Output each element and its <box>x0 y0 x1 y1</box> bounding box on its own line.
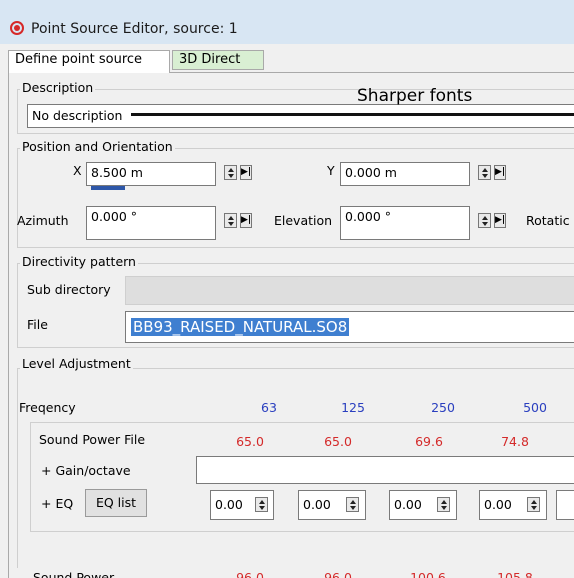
eq-spin-63[interactable] <box>255 497 268 512</box>
sound-power-value-63: 96.0 <box>236 570 264 578</box>
position-group-label: Position and Orientation <box>20 139 175 154</box>
azimuth-value: 0.000 ° <box>91 209 138 224</box>
eq-value-63: 0.00 <box>215 497 243 512</box>
tab-3d-direct[interactable]: 3D Direct <box>172 50 264 70</box>
eq-input-next[interactable] <box>556 490 574 520</box>
azimuth-label: Azimuth <box>17 213 69 228</box>
elevation-label: Elevation <box>274 213 333 228</box>
azimuth-spin-button[interactable] <box>224 213 237 228</box>
eq-label: + EQ <box>41 496 74 511</box>
description-group-label: Description <box>20 80 96 95</box>
y-spin-button[interactable] <box>478 165 491 180</box>
x-spin-button[interactable] <box>224 165 237 180</box>
azimuth-end-button[interactable]: ▶| <box>240 213 252 228</box>
eq-spin-500[interactable] <box>527 497 540 512</box>
frequency-250: 250 <box>431 400 455 415</box>
annotation-text: Sharper fonts <box>357 86 473 106</box>
elevation-input[interactable]: 0.000 ° <box>340 206 470 240</box>
file-label: File <box>27 317 48 332</box>
sound-power-file-label: Sound Power File <box>39 432 146 447</box>
frequency-63: 63 <box>261 400 277 415</box>
gain-octave-input[interactable] <box>196 456 574 484</box>
frequency-125: 125 <box>341 400 365 415</box>
elevation-end-button[interactable]: ▶| <box>494 213 506 228</box>
y-label: Y <box>327 163 335 178</box>
x-input[interactable]: 8.500 m <box>86 162 216 186</box>
sound-power-label: Sound Power <box>33 570 115 578</box>
sound-power-file-value-500: 74.8 <box>501 434 529 449</box>
title-bar: Point Source Editor, source: 1 <box>0 0 574 44</box>
frequency-500: 500 <box>523 400 547 415</box>
eq-spin-250[interactable] <box>437 497 450 512</box>
level-group-label: Level Adjustment <box>20 356 133 371</box>
directivity-group-label: Directivity pattern <box>20 254 138 269</box>
target-icon <box>10 21 24 35</box>
y-value: 0.000 m <box>345 165 397 180</box>
frequency-label: Freqency <box>19 400 76 415</box>
y-input[interactable]: 0.000 m <box>340 162 470 186</box>
x-label: X <box>73 163 82 178</box>
elevation-value: 0.000 ° <box>345 209 392 224</box>
eq-value-250: 0.00 <box>394 497 422 512</box>
eq-spin-125[interactable] <box>346 497 359 512</box>
sub-directory-field[interactable] <box>125 276 574 305</box>
sound-power-value-125: 96.0 <box>324 570 352 578</box>
gain-octave-label: + Gain/octave <box>41 463 131 478</box>
eq-list-button[interactable]: EQ list <box>85 489 147 517</box>
elevation-spin-button[interactable] <box>478 213 491 228</box>
sound-power-file-value-63: 65.0 <box>236 434 264 449</box>
azimuth-input[interactable]: 0.000 ° <box>86 206 216 240</box>
tab-define-point-source[interactable]: Define point source <box>8 50 170 73</box>
rotation-label: Rotatic <box>526 213 570 228</box>
x-slider-fill[interactable] <box>91 186 125 190</box>
window-title: Point Source Editor, source: 1 <box>31 21 238 37</box>
sound-power-file-value-250: 69.6 <box>415 434 443 449</box>
annotation-arrow-line <box>131 113 574 116</box>
file-value: BB93_RAISED_NATURAL.SO8 <box>131 318 350 336</box>
sound-power-file-value-125: 65.0 <box>324 434 352 449</box>
description-input[interactable]: No description <box>27 104 574 128</box>
eq-value-125: 0.00 <box>303 497 331 512</box>
point-source-editor-window: Point Source Editor, source: 1 Define po… <box>0 0 574 578</box>
sound-power-value-250: 100.6 <box>410 570 446 578</box>
eq-value-500: 0.00 <box>484 497 512 512</box>
x-end-button[interactable]: ▶| <box>240 165 252 180</box>
sound-power-value-500: 105.8 <box>497 570 533 578</box>
x-value: 8.500 m <box>91 165 143 180</box>
sub-directory-label: Sub directory <box>27 282 111 297</box>
file-input[interactable]: BB93_RAISED_NATURAL.SO8 <box>125 311 574 343</box>
y-end-button[interactable]: ▶| <box>494 165 506 180</box>
